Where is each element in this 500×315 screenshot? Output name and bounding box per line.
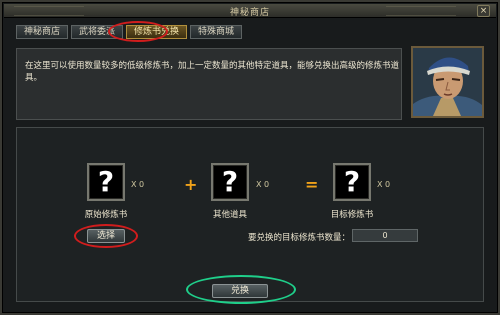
npc-portrait-image [413, 48, 482, 116]
tab-special-mall[interactable]: 特殊商城 [190, 25, 243, 39]
target-book-count: X 0 [377, 180, 391, 189]
tab-highlight-oval [108, 21, 168, 42]
equals-operator: = [305, 175, 319, 194]
description-panel: 在这里可以使用数量较多的低级修炼书，加上一定数量的其他特定道具，能够兑换出高级的… [16, 48, 402, 120]
npc-portrait [411, 46, 484, 118]
title-bar: 神秘商店 × [4, 4, 496, 18]
other-item-count: X 0 [256, 180, 270, 189]
exchange-highlight-oval [186, 275, 296, 304]
title-ornament-right [386, 6, 456, 16]
target-book-label: 目标修炼书 [330, 210, 374, 220]
plus-operator: + [184, 175, 198, 194]
target-book-slot[interactable]: ? [333, 163, 371, 201]
other-item-label: 其他道具 [212, 210, 247, 220]
select-highlight-oval [74, 224, 138, 248]
target-quantity-input[interactable] [352, 229, 418, 242]
original-book-label: 原始修炼书 [84, 210, 128, 220]
close-button[interactable]: × [477, 5, 490, 17]
original-book-count: X 0 [131, 180, 145, 189]
original-book-slot[interactable]: ? [87, 163, 125, 201]
other-item-slot[interactable]: ? [211, 163, 249, 201]
target-quantity-label: 要兑换的目标修炼书数量： [248, 233, 351, 243]
description-text: 在这里可以使用数量较多的低级修炼书，加上一定数量的其他特定道具，能够兑换出高级的… [25, 61, 400, 83]
tab-mystery-shop[interactable]: 神秘商店 [16, 25, 69, 39]
